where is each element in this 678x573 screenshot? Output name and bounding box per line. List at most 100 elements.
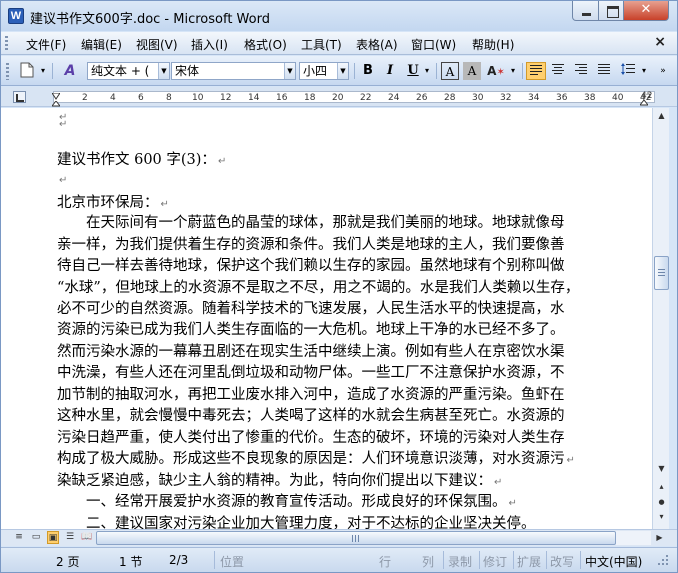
hanging-indent-icon[interactable]	[50, 98, 62, 107]
styles-formatting-icon[interactable]: A	[58, 62, 82, 80]
toolbar-overflow-icon[interactable]: »	[657, 62, 669, 80]
line-spacing-icon[interactable]	[617, 62, 639, 80]
vertical-scroll-thumb[interactable]	[654, 256, 669, 290]
minimize-button[interactable]	[572, 1, 599, 21]
ruler-label: 18	[304, 93, 316, 103]
ruler-label: 38	[584, 93, 596, 103]
document-line-text: 必不可少的自然资源。随着科学技术的飞速发展，人民生活水平的快速提高，水	[57, 301, 565, 317]
status-extend[interactable]: 扩展	[517, 553, 541, 570]
previous-page-icon[interactable]: ▴	[654, 479, 669, 495]
menu-bar: 文件(F) 编辑(E) 视图(V) 插入(I) 格式(O) 工具(T) 表格(A…	[1, 32, 677, 55]
chevron-down-icon[interactable]: ▼	[158, 63, 169, 79]
title-bar[interactable]: W 建议书作文600字.doc - Microsoft Word ✕	[1, 1, 677, 31]
menu-edit[interactable]: 编辑(E)	[81, 36, 122, 53]
status-revise[interactable]: 修订	[483, 553, 507, 570]
document-line[interactable]: 必不可少的自然资源。随着科学技术的飞速发展，人民生活水平的快速提高，水	[57, 297, 565, 318]
italic-button[interactable]: I	[381, 62, 399, 80]
new-document-icon[interactable]	[17, 62, 37, 80]
ruler-strip[interactable]: 2 4 6 8 10 12 14 16 18 20 22 24 26 28 30…	[53, 91, 655, 103]
document-line[interactable]: 待自己一样去善待地球，保护这个我们赖以生存的家园。虽然地球有个别称叫做	[57, 254, 565, 275]
resize-grip-icon[interactable]	[657, 554, 669, 569]
word-app-icon[interactable]: W	[8, 8, 24, 24]
document-line[interactable]: 亲一样，为我们提供着生存的资源和条件。我们人类是地球的主人，我们要像善	[57, 233, 565, 254]
document-line[interactable]: 这种水里，就会慢慢中毒死去；人类喝了这样的水就会生病甚至死亡。水资源的	[57, 404, 565, 425]
character-shading-button[interactable]: A	[463, 62, 481, 80]
document-line[interactable]: “水球”，但地球上的水资源不是取之不尽，用之不竭的。水是我们人类赖以生存，	[57, 276, 579, 297]
status-line[interactable]: 行	[379, 553, 391, 570]
status-page-of[interactable]: 2/3	[169, 553, 188, 567]
align-center-button[interactable]	[548, 62, 568, 80]
font-size-combo[interactable]: 小四 ▼	[299, 62, 349, 80]
menu-insert[interactable]: 插入(I)	[191, 36, 228, 53]
status-record[interactable]: 录制	[448, 553, 472, 570]
document-line[interactable]: ↵	[57, 171, 67, 187]
vertical-scrollbar[interactable]: ▲ ▼ ▴ ● ▾	[652, 108, 669, 529]
painter-options-icon[interactable]: ▾	[508, 62, 518, 80]
align-right-button[interactable]	[571, 62, 591, 80]
line-spacing-options-icon[interactable]: ▾	[639, 62, 649, 80]
document-line[interactable]: ↵	[57, 115, 67, 131]
menu-table[interactable]: 表格(A)	[356, 36, 398, 53]
ruler-label: 24	[388, 93, 400, 103]
normal-view-icon[interactable]: ≡	[13, 531, 25, 544]
status-position[interactable]: 位置	[220, 553, 244, 570]
scroll-down-icon[interactable]: ▼	[654, 461, 669, 477]
status-page[interactable]: 2 页	[56, 553, 79, 570]
document-line[interactable]: 一、经常开展爱护水资源的教育宣传活动。形成良好的环保氛围。 ↵	[57, 490, 517, 511]
document-line[interactable]: 然而污染水源的一幕幕丑剧还在现实生活中继续上演。例如有些人在京密饮水渠	[57, 340, 565, 361]
status-overwrite[interactable]: 改写	[550, 553, 574, 570]
status-section[interactable]: 1 节	[119, 553, 142, 570]
maximize-button[interactable]	[598, 1, 624, 21]
toolbar-options-icon[interactable]: ▾	[38, 62, 48, 80]
chevron-down-icon[interactable]: ▼	[337, 63, 348, 79]
menu-grip[interactable]	[5, 36, 8, 51]
menu-format[interactable]: 格式(O)	[244, 36, 287, 53]
document-line[interactable]: 建议书作文 600 字(3)： ↵	[57, 148, 226, 169]
document-page[interactable]: ↵ ↵ 建议书作文 600 字(3)： ↵ ↵ 北京市环保局： ↵ 在天际间有一个蔚蓝色的晶…	[19, 108, 652, 529]
menu-help[interactable]: 帮助(H)	[472, 36, 514, 53]
status-bar: 2 页 1 节 2/3 位置 行 列 录制 修订 扩展 改写 中文(中国)	[1, 547, 677, 572]
document-line[interactable]: 污染日趋严重，使人类付出了惨重的代价。生态的破坏，环境的污染对人类生存	[57, 426, 565, 447]
underline-options-icon[interactable]: ▾	[422, 62, 432, 80]
close-window-button[interactable]: ✕	[623, 1, 669, 21]
status-column[interactable]: 列	[422, 553, 434, 570]
style-combo[interactable]: 纯文本 + ( ▼	[87, 62, 170, 80]
distributed-align-button[interactable]	[594, 62, 614, 80]
character-border-button[interactable]: A	[441, 62, 459, 80]
status-language[interactable]: 中文(中国)	[585, 553, 642, 570]
chevron-down-icon[interactable]: ▼	[284, 63, 295, 79]
horizontal-scroll-thumb[interactable]	[96, 531, 616, 545]
menu-tools[interactable]: 工具(T)	[301, 36, 342, 53]
next-page-icon[interactable]: ▾	[654, 509, 669, 525]
menu-file[interactable]: 文件(F)	[26, 36, 66, 53]
underline-button[interactable]: U	[404, 62, 422, 80]
toolbar-grip[interactable]	[6, 63, 9, 80]
document-line[interactable]: 染缺乏紧迫感，缺少主人翁的精神。为此，特向你们提出以下建议： ↵	[57, 469, 502, 490]
font-combo[interactable]: 宋体 ▼	[171, 62, 296, 80]
paragraph-mark-icon: ↵	[59, 119, 68, 130]
bold-button[interactable]: B	[359, 62, 377, 80]
menu-window[interactable]: 窗口(W)	[411, 36, 456, 53]
scroll-right-icon[interactable]: ▶	[652, 530, 667, 546]
document-line[interactable]: 资源的污染已成为我们人类生存面临的一大危机。地球上干净的水已经不多了。	[57, 318, 565, 339]
reading-layout-view-icon[interactable]: 📖	[81, 531, 93, 544]
select-browse-object-icon[interactable]: ●	[654, 494, 669, 510]
web-layout-view-icon[interactable]: ▭	[30, 531, 42, 544]
status-separator	[479, 551, 480, 569]
format-painter-icon[interactable]: A✶	[485, 62, 507, 80]
document-line[interactable]: 在天际间有一个蔚蓝色的晶莹的球体，那就是我们美丽的地球。地球就像母	[57, 211, 565, 232]
document-line[interactable]: 中洗澡，有些人还在河里乱倒垃圾和动物尸体。一些工厂不注意保护水资源，不	[57, 361, 565, 382]
document-line[interactable]: 二、建议国家对污染企业加大管理力度，对于不达标的企业坚决关停。	[57, 512, 536, 529]
align-justify-button[interactable]	[526, 62, 546, 80]
document-line[interactable]: 构成了极大威胁。形成这些不良现象的原因是：人们环境意识淡薄，对水资源污 ↵	[57, 447, 575, 468]
tab-selector-icon[interactable]	[13, 91, 26, 103]
scroll-up-icon[interactable]: ▲	[654, 108, 669, 124]
print-layout-view-icon[interactable]: ▣	[47, 531, 59, 544]
close-document-icon[interactable]: ×	[654, 34, 666, 50]
document-line[interactable]: 加节制的抽取河水，再把工业废水排入河中，造成了水资源的严重污染。鱼虾在	[57, 383, 565, 404]
document-line[interactable]: 北京市环保局： ↵	[57, 191, 169, 212]
ruler-label: 2	[82, 93, 88, 103]
first-line-indent-icon[interactable]	[51, 89, 61, 100]
outline-view-icon[interactable]: ☰	[64, 531, 76, 544]
menu-view[interactable]: 视图(V)	[136, 36, 178, 53]
